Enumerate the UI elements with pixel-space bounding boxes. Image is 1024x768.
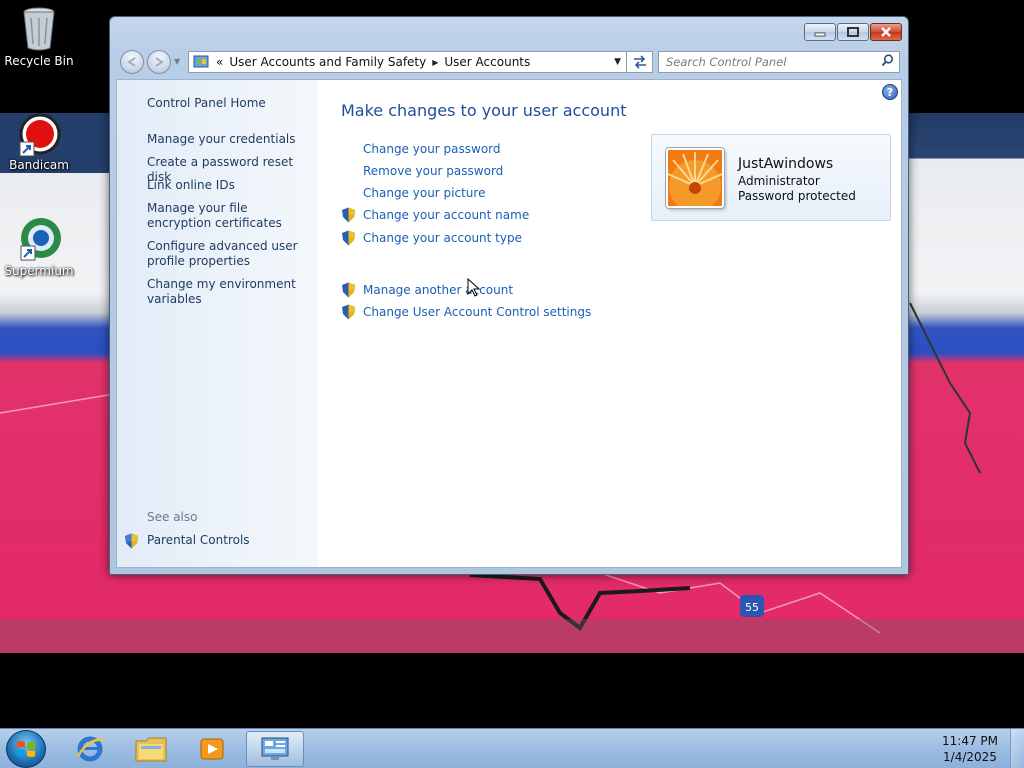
change-account-name-link[interactable]: Change your account name [363,208,529,222]
internet-explorer-icon [76,736,104,762]
desktop-icon-supermium[interactable]: Supermium [0,216,78,278]
show-desktop-button[interactable] [1010,729,1024,768]
forward-button[interactable] [147,50,171,74]
breadcrumb-item-user-accounts[interactable]: User Accounts [441,55,533,69]
control-panel-icon [193,53,209,72]
window-controls [804,23,902,41]
change-password-link[interactable]: Change your password [363,142,501,156]
refresh-button[interactable] [627,51,653,73]
account-type: Administrator [738,174,820,188]
uac-shield-icon [125,533,138,549]
page-title: Make changes to your user account [341,101,627,120]
close-icon [881,27,891,37]
bandicam-icon [16,113,62,157]
media-player-icon [200,738,224,760]
maximize-button[interactable] [837,23,869,41]
sidebar-link-advanced-profile[interactable]: Configure advanced user profile properti… [147,239,312,269]
recycle-bin-icon [21,6,57,52]
minimize-icon [814,32,826,37]
uac-shield-icon [342,207,355,223]
start-button[interactable] [6,730,46,768]
account-name: JustAwindows [738,156,834,172]
search-box [658,51,900,73]
navigation-buttons: ▼ [118,49,182,75]
manage-another-account-link[interactable]: Manage another account [363,283,513,297]
taskbar-windows-explorer[interactable] [122,731,180,767]
svg-text:55: 55 [745,601,759,614]
taskbar: 11:47 PM 1/4/2025 [0,728,1024,768]
desktop-icon-recycle-bin[interactable]: Recycle Bin [0,6,78,68]
control-panel-window: ▼ « User Accounts and Family Safety ▶ Us… [109,16,909,575]
clock-time: 11:47 PM [942,734,998,748]
control-panel-home-link[interactable]: Control Panel Home [147,96,312,111]
main-pane: ? Make changes to your user account Chan… [318,80,901,567]
account-password-status: Password protected [738,189,856,203]
task-pane: Control Panel Home Manage your credentia… [117,80,318,567]
desktop-icon-label: Recycle Bin [4,54,74,68]
desktop-icon-bandicam[interactable]: Bandicam [0,113,78,172]
help-button[interactable]: ? [882,84,898,100]
search-icon[interactable] [881,54,894,70]
address-bar[interactable]: « User Accounts and Family Safety ▶ User… [188,51,627,73]
supermium-icon [15,216,63,262]
sidebar-link-online-ids[interactable]: Link online IDs [147,178,312,193]
minimize-button[interactable] [804,23,836,41]
change-picture-link[interactable]: Change your picture [363,186,485,200]
refresh-icon [633,55,646,69]
uac-settings-link[interactable]: Change User Account Control settings [363,305,591,319]
parental-controls-link[interactable]: Parental Controls [147,533,312,548]
uac-shield-icon [342,304,355,320]
recent-pages-dropdown[interactable]: ▼ [174,57,180,66]
change-account-type-link[interactable]: Change your account type [363,231,522,245]
sidebar-link-environment-variables[interactable]: Change my environment variables [147,277,312,307]
account-summary-card: JustAwindows Administrator Password prot… [651,134,891,221]
desktop-icon-label: Bandicam [9,158,69,172]
close-button[interactable] [870,23,902,41]
forward-arrow-icon [155,57,164,67]
breadcrumb-item-user-accounts-family-safety[interactable]: User Accounts and Family Safety [226,55,429,69]
taskbar-internet-explorer[interactable] [61,731,119,767]
search-input[interactable] [666,55,871,69]
uac-shield-icon [342,282,355,298]
remove-password-link[interactable]: Remove your password [363,164,503,178]
breadcrumb-overflow[interactable]: « [213,55,226,69]
desktop-icon-label: Supermium [4,264,74,278]
see-also-heading: See also [147,510,198,524]
breadcrumb-arrow-icon[interactable]: ▶ [429,58,441,67]
uac-shield-icon [342,230,355,246]
sidebar-link-encryption-certificates[interactable]: Manage your file encryption certificates [147,201,312,231]
mouse-cursor-icon [467,278,481,297]
clock-date: 1/4/2025 [943,750,997,764]
windows-explorer-icon [135,737,167,762]
windows-logo-icon [17,741,35,757]
system-clock[interactable]: 11:47 PM 1/4/2025 [942,733,998,765]
restore-icon [847,27,859,37]
back-arrow-icon [127,57,136,67]
taskbar-media-player[interactable] [183,731,241,767]
account-picture [666,148,724,208]
control-panel-icon [261,737,289,760]
back-button[interactable] [120,50,144,74]
address-dropdown-button[interactable]: ▼ [614,57,621,67]
sidebar-link-manage-credentials[interactable]: Manage your credentials [147,132,312,147]
content-area: Control Panel Home Manage your credentia… [116,79,902,568]
taskbar-control-panel[interactable] [246,731,304,767]
